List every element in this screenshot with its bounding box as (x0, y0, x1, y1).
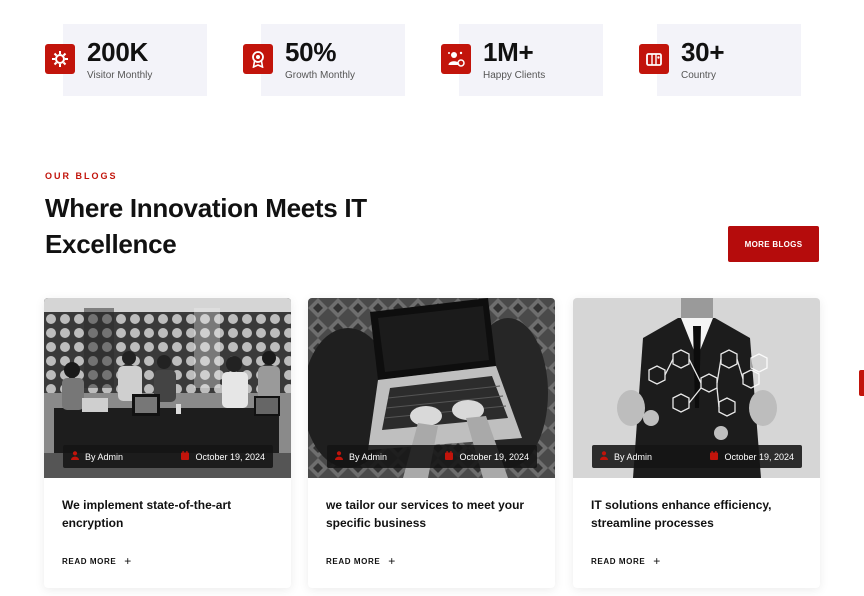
read-more-label: READ MORE (591, 556, 646, 566)
stat-value: 30+ (681, 37, 725, 67)
read-more-label: READ MORE (62, 556, 117, 566)
side-tab-handle[interactable] (859, 370, 864, 396)
post-meta-bar: By Admin October 19, 2024 (327, 445, 537, 468)
blog-card[interactable]: By Admin October 19, 2024 IT solutions e… (573, 298, 820, 588)
read-more-link[interactable]: READ MORE + (591, 554, 661, 568)
stat-value: 200K (87, 37, 148, 67)
user-icon (600, 451, 608, 462)
happy-users-icon (441, 44, 471, 74)
stat-value: 1M+ (483, 37, 534, 67)
plus-icon: + (388, 554, 396, 568)
stat-label: Country (681, 70, 717, 81)
stat-label: Growth Monthly (285, 70, 356, 81)
blog-image-office-meeting[interactable]: By Admin October 19, 2024 (44, 298, 291, 478)
blog-card-title[interactable]: IT solutions enhance efficiency, streaml… (591, 496, 806, 532)
calendar-icon (181, 451, 190, 462)
user-icon (335, 451, 343, 462)
stat-label: Visitor Monthly (87, 70, 153, 81)
post-date[interactable]: October 19, 2024 (195, 452, 265, 462)
section-title: Where Innovation Meets IT Excellence (45, 193, 367, 259)
stat-value: 50% (285, 37, 337, 67)
stat-label: Happy Clients (483, 70, 546, 81)
gear-network-icon (45, 44, 75, 74)
stat-clients: 1M+ Happy Clients (441, 24, 603, 96)
blog-card-title[interactable]: We implement state-of-the-art encryption (62, 496, 277, 532)
read-more-link[interactable]: READ MORE + (62, 554, 132, 568)
blog-image-businessman-tech[interactable]: By Admin October 19, 2024 (573, 298, 820, 478)
read-more-label: READ MORE (326, 556, 381, 566)
stat-visitors: 200K Visitor Monthly (45, 24, 207, 96)
section-eyebrow: OUR BLOGS (45, 171, 118, 181)
more-blogs-button[interactable]: MORE BLOGS (728, 226, 819, 262)
blog-card-title[interactable]: we tailor our services to meet your spec… (326, 496, 541, 532)
plus-icon: + (653, 554, 661, 568)
calendar-icon (445, 451, 454, 462)
country-map-icon (639, 44, 669, 74)
plus-icon: + (124, 554, 132, 568)
blog-image-laptop-typing[interactable]: By Admin October 19, 2024 (308, 298, 555, 478)
post-author[interactable]: By Admin (85, 452, 123, 462)
post-date[interactable]: October 19, 2024 (459, 452, 529, 462)
read-more-link[interactable]: READ MORE + (326, 554, 396, 568)
calendar-icon (710, 451, 719, 462)
post-meta-bar: By Admin October 19, 2024 (592, 445, 802, 468)
post-date[interactable]: October 19, 2024 (724, 452, 794, 462)
user-icon (71, 451, 79, 462)
award-badge-icon (243, 44, 273, 74)
stat-country: 30+ Country (639, 24, 801, 96)
blog-card[interactable]: By Admin October 19, 2024 We implement s… (44, 298, 291, 588)
stat-growth: 50% Growth Monthly (243, 24, 405, 96)
post-author[interactable]: By Admin (349, 452, 387, 462)
post-author[interactable]: By Admin (614, 452, 652, 462)
stat-card-bg (657, 24, 801, 96)
post-meta-bar: By Admin October 19, 2024 (63, 445, 273, 468)
blog-card[interactable]: By Admin October 19, 2024 we tailor our … (308, 298, 555, 588)
